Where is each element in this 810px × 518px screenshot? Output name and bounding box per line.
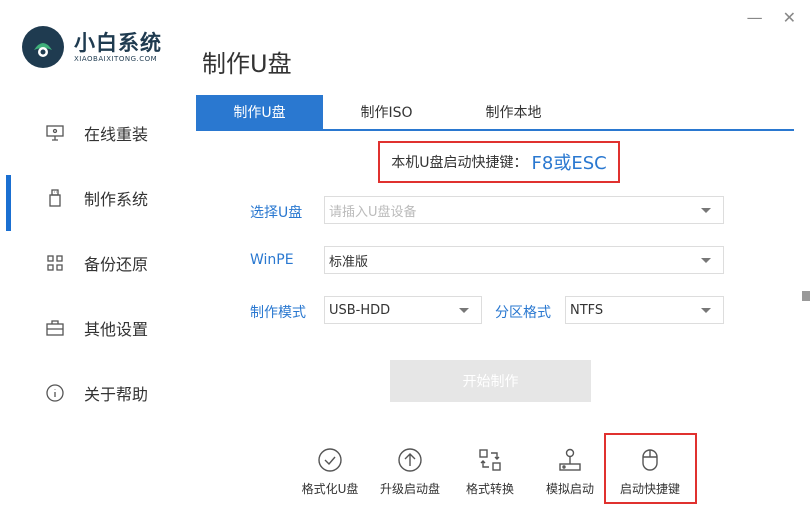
- app-window: — ✕ 小白系统 XIAOBAIXITONG.COM 制作U盘 在线重装 制作系…: [0, 0, 810, 518]
- tool-label: 模拟启动: [545, 482, 594, 496]
- hotkey-banner: 本机U盘启动快捷键： F8或ESC: [378, 141, 620, 183]
- sidebar-item-label: 在线重装: [84, 124, 149, 144]
- usb-device-select[interactable]: 请插入U盘设备: [324, 196, 724, 224]
- start-button[interactable]: 开始制作: [390, 360, 591, 402]
- sidebar-item-make-system[interactable]: 制作系统: [0, 165, 196, 231]
- sidebar-item-label: 制作系统: [84, 189, 149, 209]
- app-subtitle: XIAOBAIXITONG.COM: [74, 55, 158, 63]
- partition-label: 分区格式: [495, 305, 551, 321]
- winpe-label: WinPE: [250, 252, 294, 268]
- tool-highlight-frame: [604, 433, 697, 504]
- app-title: 小白系统: [74, 31, 162, 55]
- usb-select-placeholder: 请插入U盘设备: [329, 204, 417, 220]
- monitor-icon: [46, 124, 64, 142]
- tool-simulate-boot[interactable]: 模拟启动: [530, 444, 610, 497]
- partition-select[interactable]: NTFS: [565, 296, 724, 324]
- app-logo: 小白系统 XIAOBAIXITONG.COM: [22, 26, 162, 68]
- tool-label: 升级启动盘: [379, 482, 440, 496]
- usb-icon: [46, 188, 64, 207]
- winpe-value: 标准版: [329, 254, 369, 270]
- info-icon: [46, 383, 64, 402]
- sidebar: 在线重装 制作系统 备份还原 其他设置 关于帮助: [0, 100, 196, 425]
- tab-make-usb[interactable]: 制作U盘: [196, 95, 323, 129]
- chevron-down-icon: [701, 208, 711, 213]
- hotkey-prefix: 本机U盘启动快捷键：: [391, 155, 528, 171]
- sidebar-item-label: 关于帮助: [84, 384, 149, 404]
- hotkey-value: F8或ESC: [531, 153, 607, 174]
- chevron-down-icon: [701, 308, 711, 313]
- check-circle-icon: [290, 444, 370, 476]
- mode-select[interactable]: USB-HDD: [324, 296, 482, 324]
- scrollbar-handle[interactable]: [802, 291, 810, 301]
- tab-make-iso[interactable]: 制作ISO: [323, 95, 450, 129]
- convert-icon: [450, 444, 530, 476]
- tool-format-convert[interactable]: 格式转换: [450, 444, 530, 497]
- close-button[interactable]: ✕: [783, 8, 796, 28]
- sidebar-item-backup-restore[interactable]: 备份还原: [0, 230, 196, 295]
- tab-make-local[interactable]: 制作本地: [450, 95, 577, 129]
- sidebar-item-label: 其他设置: [84, 319, 149, 339]
- briefcase-icon: [46, 319, 64, 337]
- mode-value: USB-HDD: [329, 302, 391, 318]
- joystick-icon: [530, 444, 610, 476]
- sidebar-item-label: 备份还原: [84, 254, 149, 274]
- tool-upgrade-boot-disk[interactable]: 升级启动盘: [370, 444, 450, 497]
- window-controls: — ✕: [747, 8, 796, 28]
- chevron-down-icon: [459, 308, 469, 313]
- chevron-down-icon: [701, 258, 711, 263]
- minimize-button[interactable]: —: [747, 8, 763, 28]
- tool-format-usb[interactable]: 格式化U盘: [290, 444, 370, 497]
- sidebar-item-other-settings[interactable]: 其他设置: [0, 295, 196, 360]
- tool-label: 格式转换: [465, 482, 514, 496]
- mode-label: 制作模式: [250, 305, 306, 321]
- partition-value: NTFS: [570, 302, 604, 318]
- tool-label: 格式化U盘: [301, 482, 359, 496]
- usb-select-label: 选择U盘: [250, 205, 303, 221]
- logo-icon: [22, 26, 64, 68]
- upgrade-circle-icon: [370, 444, 450, 476]
- page-title: 制作U盘: [202, 50, 292, 78]
- tab-bar: 制作U盘 制作ISO 制作本地: [196, 95, 794, 131]
- sidebar-item-about-help[interactable]: 关于帮助: [0, 360, 196, 425]
- grid-icon: [46, 254, 64, 272]
- winpe-select[interactable]: 标准版: [324, 246, 724, 274]
- sidebar-item-online-reinstall[interactable]: 在线重装: [0, 100, 196, 165]
